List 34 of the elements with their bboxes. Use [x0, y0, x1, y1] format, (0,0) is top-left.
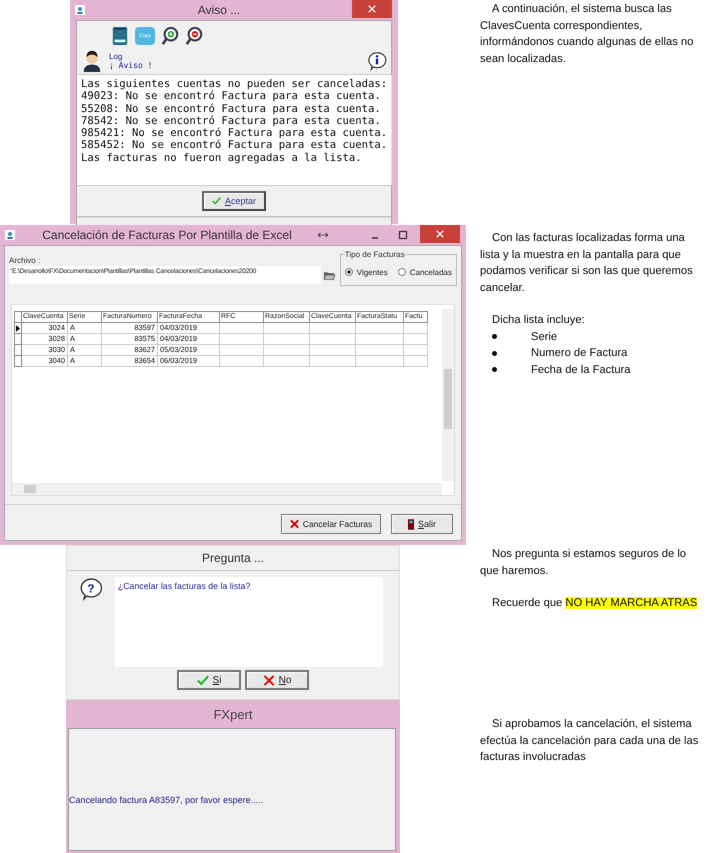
- cancel-invoices-button[interactable]: Cancelar Facturas: [281, 514, 381, 534]
- list-item: Numero de Factura: [531, 346, 628, 361]
- message-line: 985421: No se encontró Factura para esta cuenta.: [81, 127, 388, 140]
- progress-message: Cancelando factura A83597, por favor espere.....: [69, 794, 264, 804]
- description-paragraph: Con las facturas localizadas forma una lista y la muestra en la pantalla para que podamos verificar si son las que queremos cancelar.: [480, 231, 694, 296]
- accept-button[interactable]: Aceptar: [202, 191, 266, 211]
- question-text: ¿Cancelar las facturas de la lista?: [114, 577, 383, 667]
- message-line: Las siguientes cuentas no pueden ser canceladas:: [81, 78, 388, 90]
- description-paragraph: Nos pregunta si estamos seguros de lo que haremos.: [480, 547, 688, 578]
- notice-label: ¡ Aviso !: [109, 60, 154, 70]
- window-title: Pregunta ...: [200, 550, 266, 567]
- radio-option[interactable]: Canceladas: [398, 268, 452, 276]
- message-line: 585452: No se encontró Factura para esta cuenta.: [81, 139, 388, 152]
- window-title: Cancelación de Facturas Por Plantilla de Excel: [41, 228, 293, 242]
- description-paragraph: A continuación, el sistema busca las ClavesCuenta correspondientes, informándonos cuando algunas de ellas no sean localizadas.: [480, 2, 694, 66]
- message-line: 49023: No se encontró Factura para esta cuenta.: [81, 90, 382, 103]
- message-line: 78542: No se encontró Factura para esta cuenta.: [81, 114, 382, 128]
- window-title: Aviso ...: [196, 3, 242, 17]
- file-label: Archivo :: [9, 256, 42, 266]
- list-item: Fecha de la Factura: [531, 362, 630, 378]
- radio-option[interactable]: Vigentes: [344, 268, 388, 276]
- list-title: Dicha lista incluye:: [491, 313, 586, 328]
- question-icon: ?: [79, 577, 103, 601]
- exit-button[interactable]: Salir: [391, 514, 453, 534]
- group-title: Tipo de Facturas: [344, 250, 404, 259]
- log-label[interactable]: Log: [109, 52, 367, 60]
- no-button[interactable]: No: [245, 670, 309, 690]
- message-line: 55208: No se encontró Factura para esta cuenta.: [81, 102, 382, 115]
- list-item: Serie: [531, 330, 558, 344]
- yes-button[interactable]: Si: [177, 670, 241, 690]
- message-line: Las facturas no fueron agregadas a la lista.: [81, 152, 363, 164]
- reminder-text: Recuerde que NO HAY MARCHA ATRAS: [491, 596, 698, 611]
- description-paragraph: Si aprobamos la cancelación, el sistema efectúa la cancelación para cada una de las facturas involucradas: [480, 717, 700, 765]
- window-title: FXpert: [212, 706, 254, 724]
